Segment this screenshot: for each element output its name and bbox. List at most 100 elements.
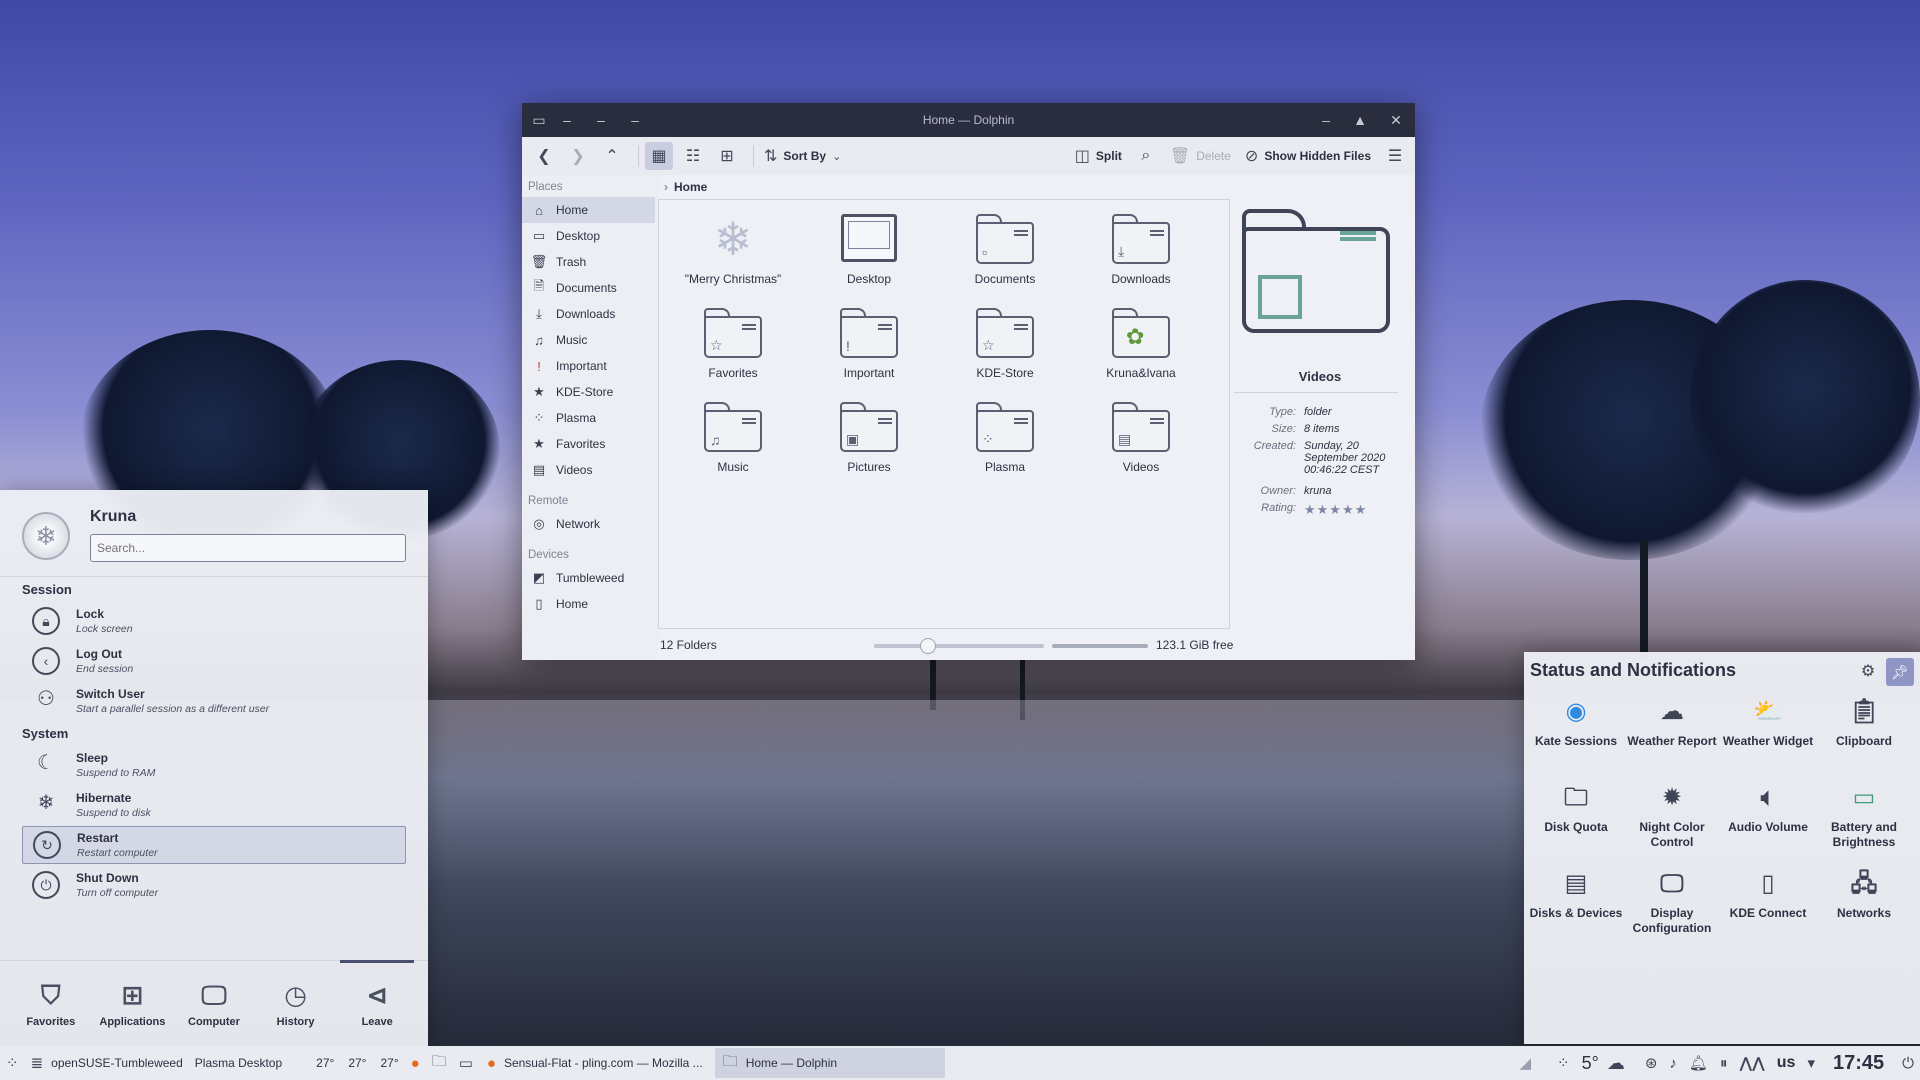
folder-item[interactable]: ⁘ Plasma	[937, 394, 1073, 488]
place-desktop[interactable]: ▭ Desktop	[522, 223, 658, 249]
tray-media[interactable]: ⏸	[1714, 1046, 1734, 1080]
task-dolphin[interactable]: 🗀 Home — Dolphin	[714, 1048, 945, 1078]
folder-item[interactable]: ❄ "Merry Christmas"	[665, 206, 801, 300]
place-trash[interactable]: 🗑 Trash	[522, 249, 658, 275]
activity-button[interactable]: ⁘	[1551, 1046, 1576, 1080]
breadcrumb[interactable]: › Home	[660, 175, 707, 199]
file-view[interactable]: ❄ "Merry Christmas" Desktop ▫ Documents ⤓ D…	[658, 199, 1230, 629]
configure-icon[interactable]: ⚙	[1856, 660, 1880, 684]
launcher-button[interactable]: ⁘	[0, 1046, 25, 1080]
details-view-button[interactable]: ⊞	[713, 142, 741, 170]
action-title: Switch User	[76, 687, 145, 701]
compact-view-button[interactable]: ☷	[679, 142, 707, 170]
folder-item[interactable]: ♫ Music	[665, 394, 801, 488]
tray-item-battery-brightness[interactable]: ▭ Battery and Brightness	[1816, 778, 1912, 864]
tab-applications[interactable]: ⊞ Applications	[92, 961, 174, 1046]
desktop-label-widget[interactable]: Plasma Desktop	[189, 1046, 288, 1080]
tray-item-weather-report[interactable]: ☁ Weather Report	[1624, 692, 1720, 778]
pager-widget[interactable]: ▭	[453, 1046, 479, 1080]
tray-item-audio-volume[interactable]: 🔈︎ Audio Volume	[1720, 778, 1816, 864]
action-title: Lock	[76, 607, 105, 621]
hibernate-button[interactable]: ❄ Hibernate Suspend to disk	[22, 786, 406, 824]
tray-item-kate-sessions[interactable]: ◉ Kate Sessions	[1528, 692, 1624, 778]
show-hidden-files-button[interactable]: ⊘ Show Hidden Files	[1241, 142, 1375, 170]
switch-user-button[interactable]: ⚇ Switch User Start a parallel session as…	[22, 682, 406, 720]
firefox-launcher[interactable]: ●	[405, 1046, 426, 1080]
tray-audio[interactable]: ♪	[1663, 1046, 1683, 1080]
device-tumbleweed[interactable]: ◩ Tumbleweed	[522, 565, 658, 591]
keyboard-layout[interactable]: us	[1771, 1046, 1802, 1080]
place-important[interactable]: ! Important	[522, 353, 658, 379]
tray-network[interactable]: ⋀⋀	[1733, 1046, 1770, 1080]
place-home[interactable]: ⌂ Home	[522, 197, 655, 223]
folder-item[interactable]: ! Important	[801, 300, 937, 394]
folder-item[interactable]: ✿ Kruna&Ivana	[1073, 300, 1209, 394]
dolphin-titlebar[interactable]: ▭ – – – Home — Dolphin – ▲ ✕	[522, 103, 1415, 137]
tray-kde-connect[interactable]: ⊛	[1639, 1046, 1664, 1080]
speaker-icon: 🔈︎	[1760, 784, 1776, 811]
dolphin-launcher[interactable]: 🗀	[426, 1046, 453, 1080]
tab-favorites[interactable]: ⛉ Favorites	[10, 961, 92, 1046]
tray-item-disks-devices[interactable]: ▤ Disks & Devices	[1528, 864, 1624, 950]
tray-item-clipboard[interactable]: 📋︎ Clipboard	[1816, 692, 1912, 778]
tray-item-display-configuration[interactable]: 🖵 Display Configuration	[1624, 864, 1720, 950]
folder-item[interactable]: Desktop	[801, 206, 937, 300]
icons-view-button[interactable]: ▦	[645, 142, 673, 170]
back-button[interactable]: ❮	[530, 142, 558, 170]
tray-expander[interactable]: ▾	[1801, 1046, 1821, 1080]
folder-item[interactable]: ▫ Documents	[937, 206, 1073, 300]
zoom-slider-handle[interactable]	[920, 638, 937, 654]
pin-icon[interactable]: 📌︎	[1886, 658, 1914, 686]
distro-widget[interactable]: ≣ openSUSE-Tumbleweed	[25, 1046, 189, 1080]
place-plasma[interactable]: ⁘ Plasma	[522, 405, 658, 431]
tray-item-night-color[interactable]: ✹ Night Color Control	[1624, 778, 1720, 864]
folder-item[interactable]: ▤ Videos	[1073, 394, 1209, 488]
tab-history[interactable]: ◷ History	[255, 961, 337, 1046]
weather-panel-widget[interactable]: 5° ☁	[1576, 1046, 1631, 1080]
task-firefox[interactable]: ● Sensual-Flat - pling.com — Mozilla ...	[479, 1048, 711, 1078]
folder-item[interactable]: ☆ KDE-Store	[937, 300, 1073, 394]
place-music[interactable]: ♫ Music	[522, 327, 658, 353]
tray-item-disk-quota[interactable]: 🗀 Disk Quota	[1528, 778, 1624, 864]
tray-item-kde-connect[interactable]: ▯ KDE Connect	[1720, 864, 1816, 950]
clock-widget[interactable]: 17:45	[1821, 1046, 1896, 1080]
forward-button[interactable]: ❯	[564, 142, 592, 170]
temperature-widget[interactable]: 27° 27° 27°	[310, 1046, 404, 1080]
tab-label: Computer	[188, 1015, 240, 1028]
device-home[interactable]: ▯ Home	[522, 591, 658, 617]
minimize-button[interactable]: –	[1315, 109, 1337, 131]
place-videos[interactable]: ▤ Videos	[522, 457, 658, 483]
info-rating[interactable]: Rating: ★★★★★	[1234, 502, 1406, 518]
place-network[interactable]: ◎ Network	[522, 511, 658, 537]
breadcrumb-home[interactable]: Home	[674, 180, 707, 194]
search-input[interactable]	[90, 534, 406, 562]
folder-item[interactable]: ⤓ Downloads	[1073, 206, 1209, 300]
search-button[interactable]: ⌕	[1132, 142, 1160, 170]
up-button[interactable]: ⌃	[598, 142, 626, 170]
folder-item[interactable]: ▣ Pictures	[801, 394, 937, 488]
split-button[interactable]: ◫ Split	[1071, 142, 1126, 170]
folder-item[interactable]: ☆ Favorites	[665, 300, 801, 394]
tab-leave[interactable]: ⊲ Leave	[336, 960, 418, 1046]
place-documents[interactable]: 🗎 Documents	[522, 275, 658, 301]
tray-item-networks[interactable]: 🖧 Networks	[1816, 864, 1912, 950]
maximize-button[interactable]: ▲	[1349, 109, 1371, 131]
tray-item-weather-widget[interactable]: ⛅ Weather Widget	[1720, 692, 1816, 778]
place-kde-store[interactable]: ★ KDE-Store	[522, 379, 658, 405]
avatar[interactable]: ❄	[22, 512, 70, 560]
delete-button[interactable]: 🗑 Delete	[1166, 142, 1235, 170]
place-favorites[interactable]: ★ Favorites	[522, 431, 658, 457]
sort-by-button[interactable]: ⇅ Sort By ⌄	[760, 142, 845, 170]
logout-button[interactable]: ‹ Log Out End session	[22, 642, 406, 680]
close-button[interactable]: ✕	[1385, 109, 1407, 131]
place-downloads[interactable]: ⤓ Downloads	[522, 301, 658, 327]
restart-button[interactable]: ↻ Restart Restart computer	[22, 826, 406, 864]
power-button[interactable]: ⏻	[1896, 1046, 1920, 1080]
hamburger-menu-button[interactable]: ☰	[1381, 142, 1409, 170]
lock-button[interactable]: 🔒︎ Lock Lock screen	[22, 602, 406, 640]
zoom-slider[interactable]	[874, 638, 1044, 654]
tab-computer[interactable]: 🖵 Computer	[173, 961, 255, 1046]
shutdown-button[interactable]: ⏻ Shut Down Turn off computer	[22, 866, 406, 904]
tray-notifications[interactable]: 🔔︎	[1683, 1046, 1714, 1080]
sleep-button[interactable]: ☾ Sleep Suspend to RAM	[22, 746, 406, 784]
